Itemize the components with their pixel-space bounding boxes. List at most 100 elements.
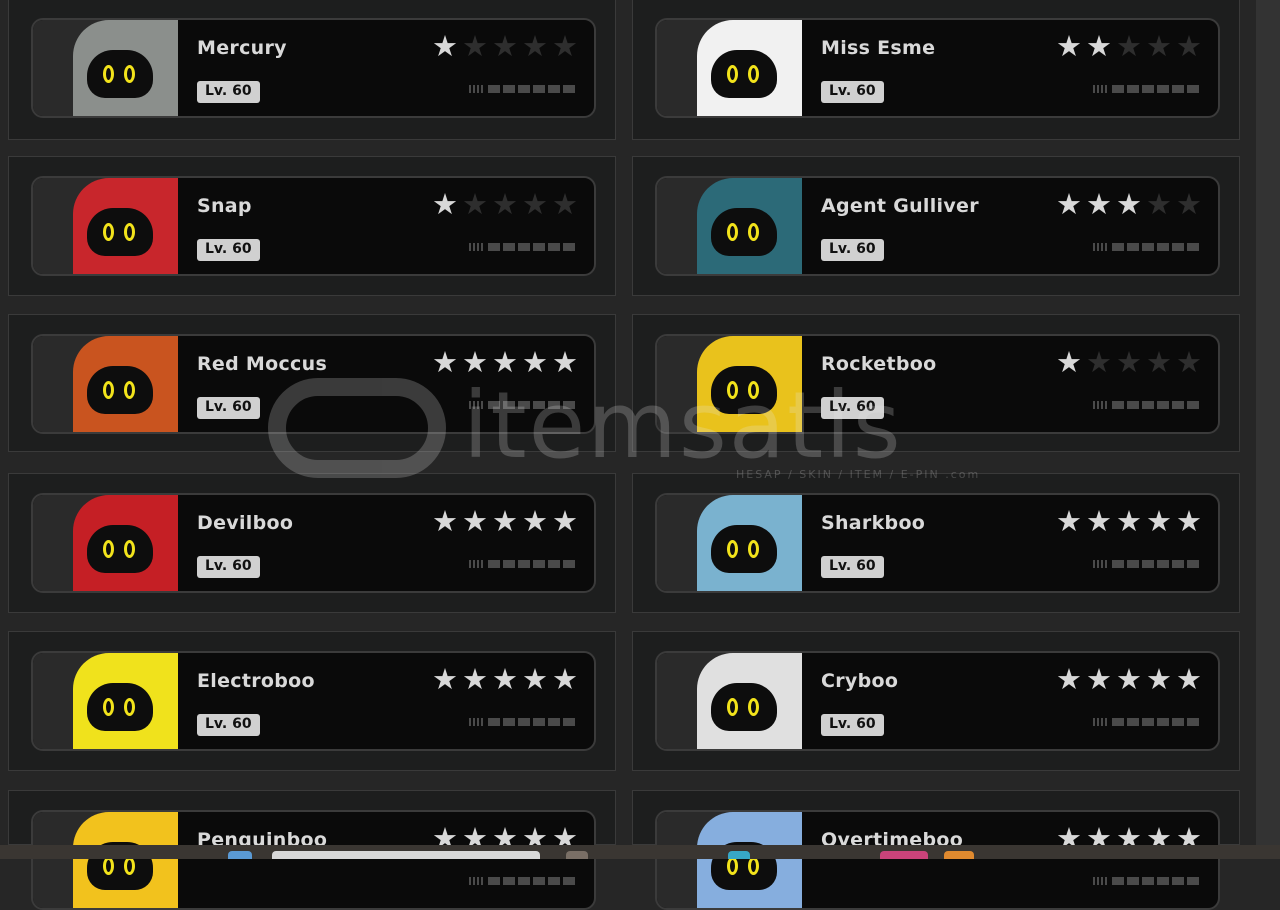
character-card[interactable]: Rocketboo Lv. 60 ★ ★ ★ ★ ★ (655, 334, 1220, 434)
portrait-eye (727, 857, 738, 875)
character-tile[interactable]: Cryboo Lv. 60 ★ ★ ★ ★ ★ (632, 631, 1240, 771)
checker-icon (1093, 877, 1109, 885)
star-icon: ★ (552, 662, 578, 696)
star-icon: ★ (1056, 187, 1082, 221)
character-card[interactable]: Cryboo Lv. 60 ★ ★ ★ ★ ★ (655, 651, 1220, 751)
character-tile[interactable]: Agent Gulliver Lv. 60 ★ ★ ★ ★ ★ (632, 156, 1240, 296)
taskbar-app-icon[interactable] (944, 851, 974, 859)
star-icon: ★ (1056, 504, 1082, 538)
star-rating: ★ ★ ★ ★ ★ (1055, 348, 1205, 378)
character-card[interactable]: Overtimeboo ★ ★ ★ ★ ★ (655, 810, 1220, 910)
character-tile[interactable]: Mercury Lv. 60 ★ ★ ★ ★ ★ (8, 0, 616, 140)
portrait-eye (103, 540, 114, 558)
character-tile[interactable]: Penguinboo ★ ★ ★ ★ ★ (8, 790, 616, 910)
taskbar-app-icon[interactable] (566, 851, 588, 859)
portrait-face (87, 525, 153, 573)
character-tile[interactable]: Rocketboo Lv. 60 ★ ★ ★ ★ ★ (632, 314, 1240, 452)
taskbar-app-icon[interactable] (880, 851, 928, 859)
star-icon: ★ (1176, 504, 1202, 538)
checker-icon (1093, 401, 1109, 409)
star-icon: ★ (1116, 187, 1142, 221)
tag-strip (1093, 718, 1199, 726)
star-icon: ★ (462, 187, 488, 221)
star-icon: ★ (1146, 345, 1172, 379)
taskbar-app-icon[interactable] (228, 851, 252, 859)
character-card[interactable]: Red Moccus Lv. 60 ★ ★ ★ ★ ★ (31, 334, 596, 434)
star-icon: ★ (522, 29, 548, 63)
portrait-face (87, 50, 153, 98)
character-card[interactable]: Devilboo Lv. 60 ★ ★ ★ ★ ★ (31, 493, 596, 593)
star-rating: ★ ★ ★ ★ ★ (431, 348, 581, 378)
level-badge: Lv. 60 (197, 239, 260, 261)
portrait-face (711, 208, 777, 256)
portrait-eye (748, 857, 759, 875)
tag-bars (488, 401, 575, 409)
tag-bars (488, 877, 575, 885)
scrollbar[interactable] (1256, 0, 1280, 845)
star-icon: ★ (1146, 504, 1172, 538)
portrait-eye (748, 540, 759, 558)
star-rating: ★ ★ ★ ★ ★ (1055, 190, 1205, 220)
character-card[interactable]: Sharkboo Lv. 60 ★ ★ ★ ★ ★ (655, 493, 1220, 593)
star-icon: ★ (1176, 29, 1202, 63)
tag-bars (1112, 243, 1199, 251)
character-portrait (657, 812, 802, 908)
character-name: Red Moccus (197, 353, 328, 375)
tag-bars (1112, 85, 1199, 93)
level-badge: Lv. 60 (197, 556, 260, 578)
taskbar-app-icon[interactable] (728, 851, 750, 859)
character-card[interactable]: Mercury Lv. 60 ★ ★ ★ ★ ★ (31, 18, 596, 118)
character-portrait (657, 336, 802, 432)
character-tile[interactable]: Devilboo Lv. 60 ★ ★ ★ ★ ★ (8, 473, 616, 613)
tag-strip (469, 85, 575, 93)
taskbar-app-icon[interactable] (272, 851, 540, 859)
tag-bars (488, 718, 575, 726)
checker-icon (469, 243, 485, 251)
portrait-face (711, 366, 777, 414)
character-grid: Mercury Lv. 60 ★ ★ ★ ★ ★ Miss Esme Lv. 60 ★ ★… (0, 0, 1256, 910)
star-icon: ★ (492, 504, 518, 538)
character-card[interactable]: Penguinboo ★ ★ ★ ★ ★ (31, 810, 596, 910)
star-icon: ★ (1176, 662, 1202, 696)
character-tile[interactable]: Red Moccus Lv. 60 ★ ★ ★ ★ ★ (8, 314, 616, 452)
character-tile[interactable]: Sharkboo Lv. 60 ★ ★ ★ ★ ★ (632, 473, 1240, 613)
character-portrait (33, 495, 178, 591)
character-portrait (657, 653, 802, 749)
character-card[interactable]: Miss Esme Lv. 60 ★ ★ ★ ★ ★ (655, 18, 1220, 118)
level-badge: Lv. 60 (197, 81, 260, 103)
star-icon: ★ (1056, 662, 1082, 696)
star-icon: ★ (552, 187, 578, 221)
portrait-face (711, 50, 777, 98)
star-icon: ★ (1086, 345, 1112, 379)
character-card[interactable]: Snap Lv. 60 ★ ★ ★ ★ ★ (31, 176, 596, 276)
tag-bars (488, 243, 575, 251)
star-icon: ★ (492, 29, 518, 63)
checker-icon (469, 85, 485, 93)
star-icon: ★ (462, 504, 488, 538)
portrait-face (87, 683, 153, 731)
portrait-eye (103, 381, 114, 399)
star-icon: ★ (462, 29, 488, 63)
character-tile[interactable]: Overtimeboo ★ ★ ★ ★ ★ (632, 790, 1240, 910)
star-icon: ★ (432, 187, 458, 221)
tag-bars (488, 85, 575, 93)
star-icon: ★ (462, 662, 488, 696)
star-icon: ★ (1116, 345, 1142, 379)
character-tile[interactable]: Electroboo Lv. 60 ★ ★ ★ ★ ★ (8, 631, 616, 771)
portrait-eye (727, 540, 738, 558)
portrait-eye (727, 698, 738, 716)
character-tile[interactable]: Snap Lv. 60 ★ ★ ★ ★ ★ (8, 156, 616, 296)
star-rating: ★ ★ ★ ★ ★ (1055, 32, 1205, 62)
checker-icon (1093, 85, 1109, 93)
star-icon: ★ (552, 504, 578, 538)
star-rating: ★ ★ ★ ★ ★ (1055, 507, 1205, 537)
character-name: Miss Esme (821, 37, 936, 59)
character-portrait (33, 20, 178, 116)
character-name: Mercury (197, 37, 287, 59)
portrait-eye (124, 223, 135, 241)
character-portrait (33, 653, 178, 749)
character-card[interactable]: Electroboo Lv. 60 ★ ★ ★ ★ ★ (31, 651, 596, 751)
character-tile[interactable]: Miss Esme Lv. 60 ★ ★ ★ ★ ★ (632, 0, 1240, 140)
character-card[interactable]: Agent Gulliver Lv. 60 ★ ★ ★ ★ ★ (655, 176, 1220, 276)
portrait-face (87, 208, 153, 256)
